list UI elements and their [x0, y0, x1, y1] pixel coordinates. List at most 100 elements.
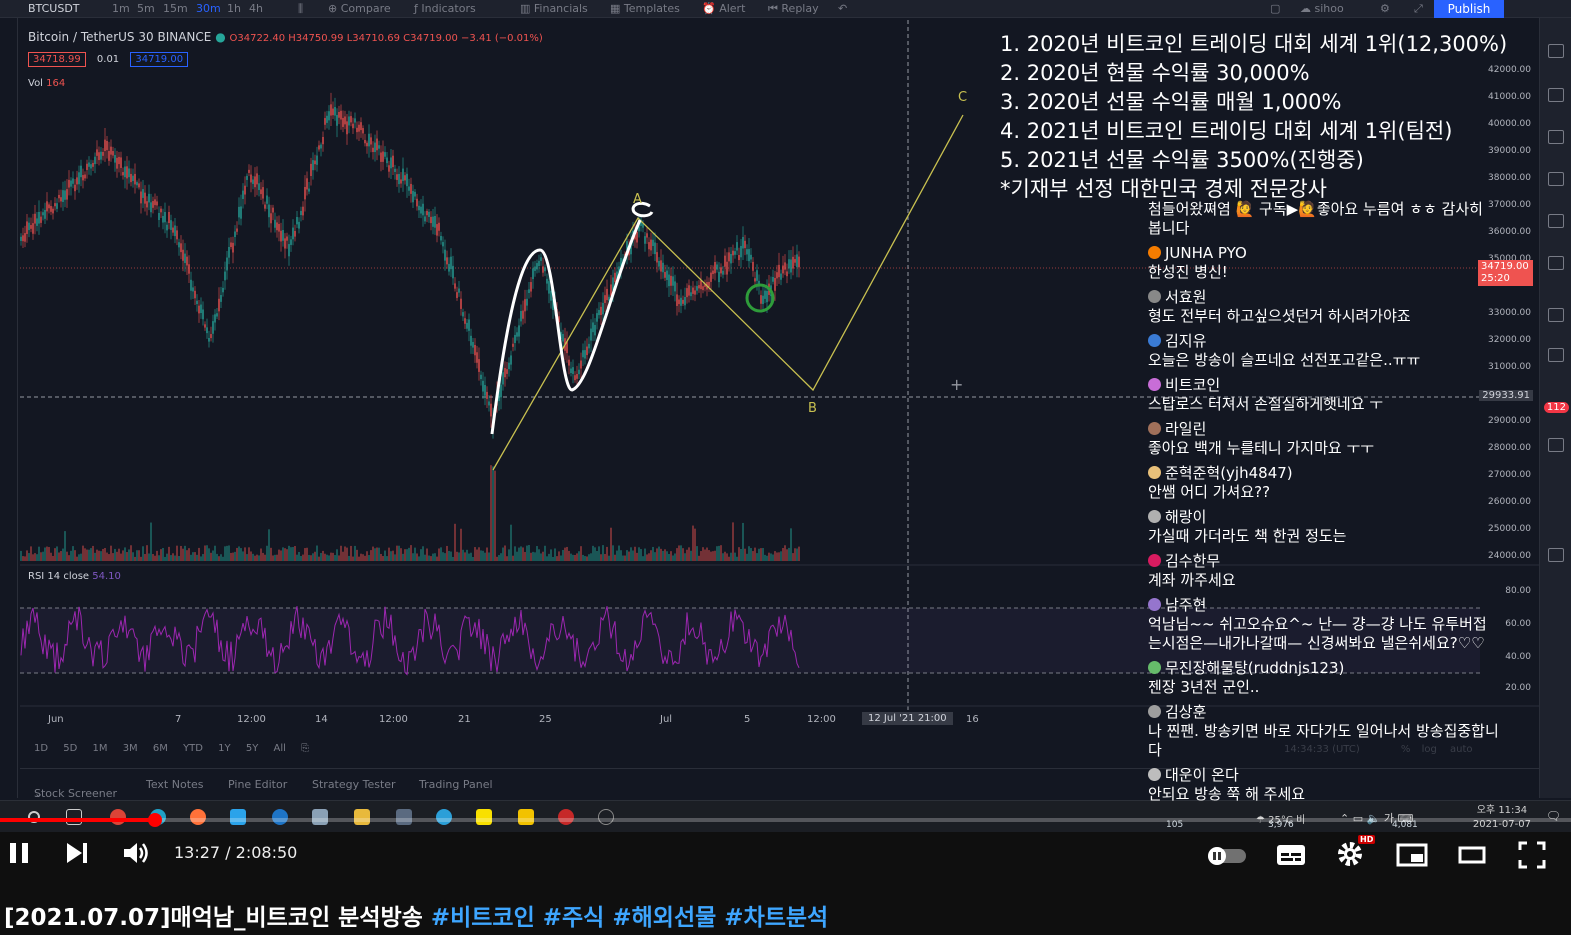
- internet-explorer-icon[interactable]: [272, 809, 288, 825]
- goto-date-icon[interactable]: ⎘: [301, 743, 309, 754]
- range-5y[interactable]: 5Y: [246, 743, 258, 754]
- volume-bar: [440, 547, 442, 561]
- sell-price[interactable]: 34718.99: [28, 52, 86, 67]
- candle-body: [122, 172, 124, 176]
- ideas-icon[interactable]: [1548, 256, 1564, 270]
- candle-body: [46, 201, 48, 212]
- buy-price[interactable]: 34719.00: [130, 52, 189, 67]
- volume-bar: [448, 550, 450, 561]
- obs-icon[interactable]: [598, 809, 614, 825]
- chrome-icon[interactable]: [110, 809, 126, 825]
- candle-body: [130, 173, 132, 183]
- video-frame[interactable]: BTCUSDT 1m 5m 15m 30m 1h 4h ⫼ ⊕ Compare …: [0, 0, 1571, 832]
- range-3m[interactable]: 3M: [123, 743, 138, 754]
- sticky-notes-icon[interactable]: [518, 809, 534, 825]
- volume-bar: [406, 549, 408, 561]
- watchlist-icon[interactable]: [1548, 44, 1564, 58]
- range-1m[interactable]: 1M: [93, 743, 108, 754]
- calendar-icon[interactable]: [1548, 214, 1564, 228]
- volume-bar: [452, 556, 454, 561]
- volume-bar: [572, 554, 574, 561]
- folder-icon[interactable]: [354, 809, 370, 825]
- pause-button[interactable]: [8, 841, 30, 869]
- app-icon[interactable]: [312, 809, 328, 825]
- firefox-icon[interactable]: [190, 809, 206, 825]
- autoplay-toggle[interactable]: [1206, 845, 1248, 869]
- tab-strategy-tester[interactable]: Strategy Tester: [312, 778, 396, 791]
- volume-bar: [788, 547, 790, 561]
- volume-bar: [528, 545, 530, 561]
- range-1y[interactable]: 1Y: [218, 743, 230, 754]
- candle-body: [440, 235, 442, 241]
- candle-body: [106, 140, 108, 151]
- progress-scrubber[interactable]: [147, 813, 162, 827]
- volume-bar: [704, 549, 706, 561]
- range-6m[interactable]: 6M: [153, 743, 168, 754]
- crosshair-date: 12 Jul '21: [868, 713, 915, 724]
- range-all[interactable]: All: [274, 743, 286, 754]
- volume-bar: [248, 547, 250, 561]
- volume-bar: [128, 549, 130, 561]
- candle-body: [294, 231, 296, 237]
- subtitles-button[interactable]: [1276, 844, 1306, 870]
- miniplayer-button[interactable]: [1396, 843, 1428, 871]
- kakaotalk-icon[interactable]: [476, 809, 492, 825]
- volume-bar: [650, 550, 652, 561]
- wave-label-c: C: [958, 90, 967, 105]
- recorder-icon[interactable]: [558, 809, 574, 825]
- volume-bar: [26, 550, 28, 561]
- fullscreen-button[interactable]: [1518, 841, 1546, 873]
- wave-abc-line: [492, 114, 964, 471]
- candle-body: [334, 107, 336, 116]
- volume-bar: [310, 555, 312, 561]
- candle-body: [636, 232, 638, 243]
- bird-app-icon[interactable]: [230, 809, 246, 825]
- volume-bar: [92, 545, 94, 561]
- volume-bar: [106, 552, 108, 561]
- volume-bar: [190, 554, 192, 561]
- chat-icon[interactable]: [1548, 308, 1564, 322]
- range-ytd[interactable]: YTD: [183, 743, 203, 754]
- tab-pine-editor[interactable]: Pine Editor: [228, 778, 287, 791]
- hotlist-icon[interactable]: [1548, 172, 1564, 186]
- streams-icon[interactable]: [1548, 348, 1564, 362]
- volume-bar: [144, 554, 146, 561]
- volume-bar: [604, 553, 606, 561]
- next-button[interactable]: [64, 841, 90, 869]
- candle-body: [454, 283, 456, 289]
- range-1d[interactable]: 1D: [34, 743, 48, 754]
- candle-body: [736, 242, 738, 251]
- candle-body: [594, 324, 596, 336]
- candle-body: [562, 333, 564, 342]
- task-view-icon[interactable]: [66, 809, 82, 825]
- volume-bar: [254, 555, 256, 561]
- hashtag-link[interactable]: #주식: [543, 905, 605, 931]
- hashtag-link[interactable]: #해외선물: [612, 905, 716, 931]
- video-progress-bar[interactable]: [0, 813, 1571, 827]
- volume-bar: [88, 549, 90, 561]
- volume-bar: [754, 547, 756, 561]
- settings-button[interactable]: [1336, 840, 1366, 874]
- volume-button[interactable]: [122, 840, 150, 870]
- alerts-icon[interactable]: [1548, 88, 1564, 102]
- tab-text-notes[interactable]: Text Notes: [146, 778, 204, 791]
- telegram-icon[interactable]: [436, 809, 452, 825]
- volume-bar: [742, 522, 744, 561]
- candle-body: [184, 253, 186, 263]
- candle-body: [748, 249, 750, 262]
- order-panel-icon[interactable]: [1548, 548, 1564, 562]
- data-window-icon[interactable]: [1548, 130, 1564, 144]
- theater-mode-button[interactable]: [1458, 845, 1486, 869]
- notifications-icon[interactable]: [1548, 438, 1564, 452]
- range-5d[interactable]: 5D: [63, 743, 77, 754]
- candle-body: [676, 294, 678, 306]
- volume-bar: [244, 547, 246, 561]
- candle-body: [128, 168, 130, 178]
- hashtag-link[interactable]: #차트분석: [724, 905, 828, 931]
- hashtag-link[interactable]: #비트코인: [431, 905, 535, 931]
- calculator-icon[interactable]: [396, 809, 412, 825]
- volume-bar: [142, 546, 144, 561]
- candle-body: [264, 204, 266, 209]
- tab-trading-panel[interactable]: Trading Panel: [419, 778, 493, 791]
- candle-body: [726, 261, 728, 275]
